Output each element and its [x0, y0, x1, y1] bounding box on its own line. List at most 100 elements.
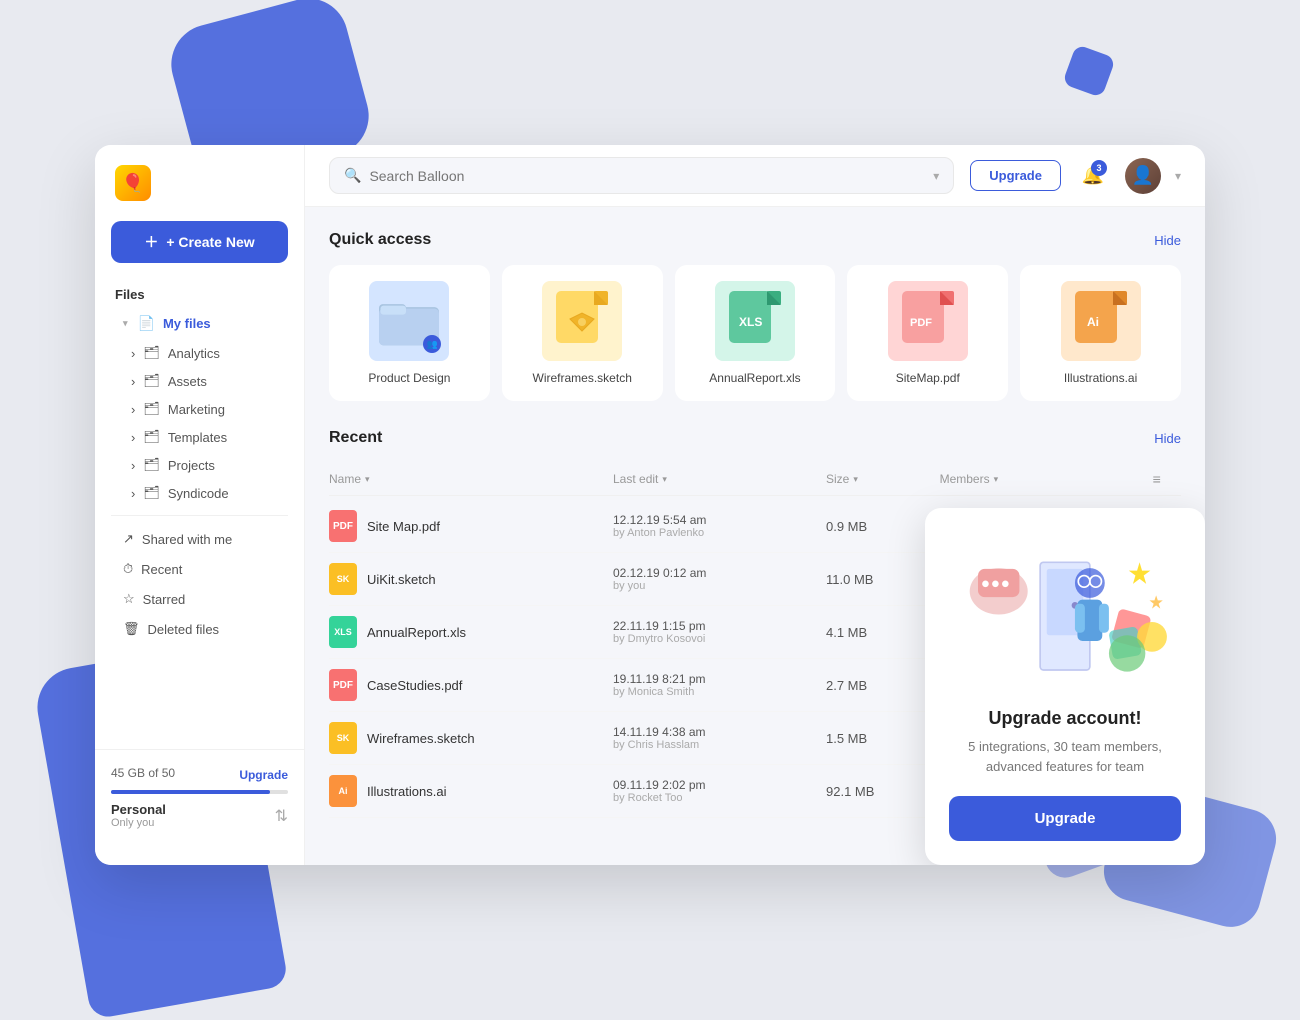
search-chevron-icon: ▾ — [933, 169, 939, 183]
sidebar-item-recent[interactable]: ⏱ Recent — [103, 554, 296, 584]
quick-access-title: Quick access — [329, 231, 431, 249]
sidebar-item-starred[interactable]: ☆ Starred — [103, 584, 296, 614]
file-name-cell: PDF CaseStudies.pdf — [329, 669, 613, 701]
quick-access-item-wireframes[interactable]: Wireframes.sketch — [502, 265, 663, 401]
bg-decoration-2 — [1062, 44, 1116, 98]
account-chevron-icon[interactable]: ⇅ — [275, 806, 288, 826]
create-new-label: + Create New — [166, 234, 254, 250]
search-bar[interactable]: 🔍 ▾ — [329, 157, 954, 194]
recent-hide-link[interactable]: Hide — [1154, 431, 1181, 446]
folder-icon: 🗂 — [143, 373, 160, 389]
storage-bar — [111, 790, 288, 794]
sort-icon: ▾ — [853, 474, 858, 485]
sidebar-item-marketing[interactable]: › 🗂 Marketing — [95, 395, 304, 423]
edit-cell: 12.12.19 5:54 am by Anton Pavlenko — [613, 513, 826, 539]
list-view-icon[interactable]: ≡ — [1153, 471, 1161, 487]
quick-access-item-sitemap[interactable]: PDF SiteMap.pdf — [847, 265, 1008, 401]
size-cell: 92.1 MB — [826, 784, 940, 799]
recent-label: Recent — [141, 562, 182, 577]
my-files-label: My files — [163, 316, 211, 331]
edit-cell: 14.11.19 4:38 am by Chris Hasslam — [613, 725, 826, 751]
edit-cell: 22.11.19 1:15 pm by Dmytro Kosovoi — [613, 619, 826, 645]
search-input[interactable] — [369, 168, 925, 184]
folder-icon: 📄 — [138, 315, 155, 332]
col-name[interactable]: Name ▾ — [329, 471, 613, 487]
sketch-icon-svg — [556, 291, 608, 351]
pdf-icon-svg: PDF — [902, 291, 954, 351]
sidebar-item-projects[interactable]: › 🗂 Projects — [95, 451, 304, 479]
quick-access-item-annualreport[interactable]: XLS AnnualReport.xls — [675, 265, 836, 401]
avatar-image: 👤 — [1125, 158, 1161, 194]
ai-icon-svg: Ai — [1075, 291, 1127, 351]
header-actions: Upgrade 🔔 3 👤 ▾ — [970, 158, 1181, 194]
file-card-name: AnnualReport.xls — [709, 371, 800, 385]
marketing-label: Marketing — [168, 402, 225, 417]
svg-text:PDF: PDF — [910, 317, 932, 329]
file-card-name: Product Design — [368, 371, 450, 385]
file-name-cell: SK Wireframes.sketch — [329, 722, 613, 754]
syndicode-label: Syndicode — [168, 486, 229, 501]
avatar-chevron-icon[interactable]: ▾ — [1175, 169, 1181, 183]
edit-cell: 02.12.19 0:12 am by you — [613, 566, 826, 592]
logo-icon: 🎈 — [115, 165, 151, 201]
analytics-label: Analytics — [168, 346, 220, 361]
projects-label: Projects — [168, 458, 215, 473]
upgrade-button[interactable]: Upgrade — [970, 160, 1061, 191]
folder-icon: 🗂 — [143, 485, 160, 501]
svg-text:XLS: XLS — [739, 315, 762, 329]
size-cell: 1.5 MB — [826, 731, 940, 746]
chevron-icon: › — [131, 346, 135, 361]
sidebar-item-deleted[interactable]: 🗑 Deleted files — [103, 614, 296, 644]
clock-icon: ⏱ — [123, 561, 133, 577]
xls-thumb: XLS — [715, 281, 795, 361]
pdf-file-icon: PDF — [329, 510, 357, 542]
create-new-button[interactable]: ＋ + Create New — [111, 221, 288, 263]
notification-button[interactable]: 🔔 3 — [1075, 158, 1111, 194]
logo-area: 🎈 — [95, 165, 304, 221]
xls-file-icon: XLS — [329, 616, 357, 648]
storage-bar-container: 45 GB of 50 Upgrade — [111, 766, 288, 794]
sidebar-item-shared[interactable]: ↗ Shared with me — [103, 524, 296, 554]
account-info: Personal Only you ⇅ — [111, 802, 288, 829]
col-members[interactable]: Members ▾ — [940, 471, 1153, 487]
starred-label: Starred — [143, 592, 186, 607]
sidebar-item-my-files[interactable]: ▾ 📄 My files — [103, 308, 296, 339]
pdf-thumb: PDF — [888, 281, 968, 361]
plus-icon: ＋ — [144, 232, 158, 252]
avatar[interactable]: 👤 — [1125, 158, 1161, 194]
edit-cell: 19.11.19 8:21 pm by Monica Smith — [613, 672, 826, 698]
notification-badge: 3 — [1091, 160, 1107, 176]
quick-access-item-product-design[interactable]: 👥 Product Design — [329, 265, 490, 401]
size-cell: 2.7 MB — [826, 678, 940, 693]
folder-thumb: 👥 — [369, 281, 449, 361]
col-actions: ≡ — [1153, 471, 1181, 487]
quick-access-item-illustrations[interactable]: Ai Illustrations.ai — [1020, 265, 1181, 401]
shared-badge: 👥 — [423, 335, 441, 353]
upgrade-illustration — [949, 532, 1181, 692]
col-size[interactable]: Size ▾ — [826, 471, 940, 487]
search-icon: 🔍 — [344, 167, 361, 184]
quick-access-hide-link[interactable]: Hide — [1154, 233, 1181, 248]
folder-icon: 🗂 — [143, 401, 160, 417]
chevron-icon: › — [131, 486, 135, 501]
sidebar-item-assets[interactable]: › 🗂 Assets — [95, 367, 304, 395]
storage-upgrade-link[interactable]: Upgrade — [239, 768, 288, 782]
storage-text: 45 GB of 50 — [111, 766, 175, 780]
sidebar-item-templates[interactable]: › 🗂 Templates — [95, 423, 304, 451]
edit-cell: 09.11.19 2:02 pm by Rocket Too — [613, 778, 826, 804]
upgrade-popup-button[interactable]: Upgrade — [949, 796, 1181, 841]
sidebar-item-syndicode[interactable]: › 🗂 Syndicode — [95, 479, 304, 507]
deleted-label: Deleted files — [148, 622, 220, 637]
ai-file-icon: Ai — [329, 775, 357, 807]
sketch-thumb — [542, 281, 622, 361]
sidebar-item-analytics[interactable]: › 🗂 Analytics — [95, 339, 304, 367]
folder-icon: 🗂 — [143, 457, 160, 473]
sidebar: 🎈 ＋ + Create New Files ▾ 📄 My files › 🗂 … — [95, 145, 305, 865]
sort-icon: ▾ — [365, 474, 370, 485]
file-card-name: Illustrations.ai — [1064, 371, 1137, 385]
file-name-cell: XLS AnnualReport.xls — [329, 616, 613, 648]
sort-icon: ▾ — [662, 474, 667, 485]
upgrade-popup-title: Upgrade account! — [949, 708, 1181, 729]
col-last-edit[interactable]: Last edit ▾ — [613, 471, 826, 487]
svg-text:Ai: Ai — [1087, 315, 1099, 329]
